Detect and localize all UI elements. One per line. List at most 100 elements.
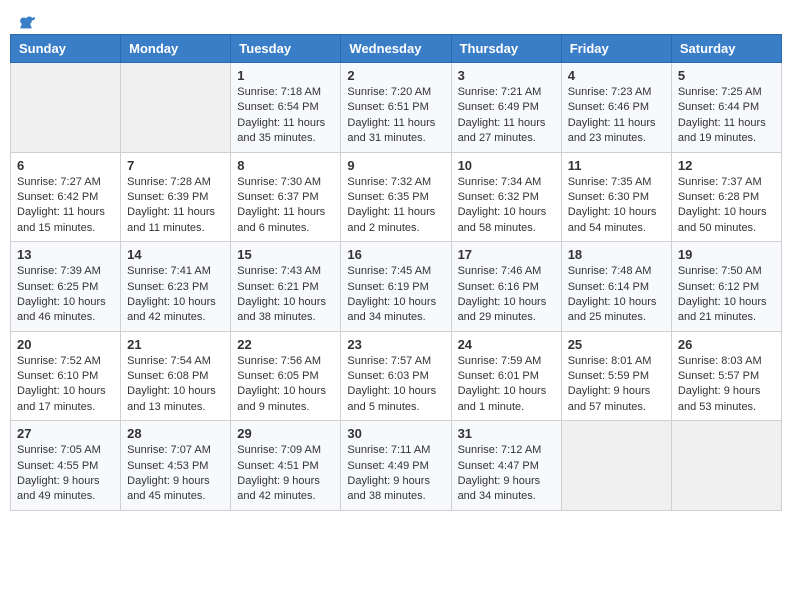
day-number: 21 — [127, 337, 224, 352]
day-info: Sunrise: 7:23 AM Sunset: 6:46 PM Dayligh… — [568, 85, 665, 147]
calendar-cell: 26Sunrise: 8:03 AM Sunset: 5:57 PM Dayli… — [671, 331, 781, 421]
page-header — [10, 10, 782, 26]
calendar-cell: 25Sunrise: 8:01 AM Sunset: 5:59 PM Dayli… — [561, 331, 671, 421]
day-number: 5 — [678, 68, 775, 83]
weekday-header-thursday: Thursday — [451, 35, 561, 63]
calendar-week-row: 13Sunrise: 7:39 AM Sunset: 6:25 PM Dayli… — [11, 242, 782, 332]
day-info: Sunrise: 7:56 AM Sunset: 6:05 PM Dayligh… — [237, 354, 334, 416]
weekday-header-monday: Monday — [121, 35, 231, 63]
day-info: Sunrise: 7:35 AM Sunset: 6:30 PM Dayligh… — [568, 175, 665, 237]
day-number: 2 — [347, 68, 444, 83]
calendar-cell: 7 Sunrise: 7:28 AM Sunset: 6:39 PM Daylig… — [121, 152, 231, 242]
calendar-cell — [671, 421, 781, 511]
calendar-week-row: 27 Sunrise: 7:05 AM Sunset: 4:55 PM Dayli… — [11, 421, 782, 511]
day-number: 18 — [568, 247, 665, 262]
day-number: 31 — [458, 426, 555, 441]
calendar-cell: 5 Sunrise: 7:25 AM Sunset: 6:44 PM Daylig… — [671, 63, 781, 153]
day-info: Sunrise: 7:39 AM Sunset: 6:25 PM Dayligh… — [17, 264, 114, 326]
day-info: Sunrise: 7:37 AM Sunset: 6:28 PM Dayligh… — [678, 175, 775, 237]
day-number: 15 — [237, 247, 334, 262]
logo — [14, 10, 36, 26]
calendar-cell: 13Sunrise: 7:39 AM Sunset: 6:25 PM Dayli… — [11, 242, 121, 332]
day-number: 23 — [347, 337, 444, 352]
day-info: Sunrise: 7:27 AM Sunset: 6:42 PM Dayligh… — [17, 175, 114, 237]
calendar-cell: 2 Sunrise: 7:20 AM Sunset: 6:51 PM Daylig… — [341, 63, 451, 153]
day-number: 27 — [17, 426, 114, 441]
calendar-cell: 12 Sunrise: 7:37 AM Sunset: 6:28 PM Dayli… — [671, 152, 781, 242]
day-number: 1 — [237, 68, 334, 83]
day-info: Sunrise: 7:59 AM Sunset: 6:01 PM Dayligh… — [458, 354, 555, 416]
calendar-cell — [11, 63, 121, 153]
calendar-cell: 15 Sunrise: 7:43 AM Sunset: 6:21 PM Dayli… — [231, 242, 341, 332]
day-info: Sunrise: 8:03 AM Sunset: 5:57 PM Dayligh… — [678, 354, 775, 416]
calendar-cell: 1 Sunrise: 7:18 AM Sunset: 6:54 PM Daylig… — [231, 63, 341, 153]
day-info: Sunrise: 7:30 AM Sunset: 6:37 PM Dayligh… — [237, 175, 334, 237]
calendar-week-row: 1 Sunrise: 7:18 AM Sunset: 6:54 PM Daylig… — [11, 63, 782, 153]
day-number: 10 — [458, 158, 555, 173]
weekday-header-friday: Friday — [561, 35, 671, 63]
calendar-cell: 17Sunrise: 7:46 AM Sunset: 6:16 PM Dayli… — [451, 242, 561, 332]
day-number: 7 — [127, 158, 224, 173]
weekday-header-sunday: Sunday — [11, 35, 121, 63]
calendar-cell: 4 Sunrise: 7:23 AM Sunset: 6:46 PM Daylig… — [561, 63, 671, 153]
day-number: 6 — [17, 158, 114, 173]
day-info: Sunrise: 7:45 AM Sunset: 6:19 PM Dayligh… — [347, 264, 444, 326]
day-number: 12 — [678, 158, 775, 173]
day-info: Sunrise: 7:05 AM Sunset: 4:55 PM Dayligh… — [17, 443, 114, 505]
day-number: 20 — [17, 337, 114, 352]
day-info: Sunrise: 7:54 AM Sunset: 6:08 PM Dayligh… — [127, 354, 224, 416]
day-number: 14 — [127, 247, 224, 262]
calendar-cell: 24 Sunrise: 7:59 AM Sunset: 6:01 PM Dayli… — [451, 331, 561, 421]
day-number: 4 — [568, 68, 665, 83]
calendar-cell: 31 Sunrise: 7:12 AM Sunset: 4:47 PM Dayli… — [451, 421, 561, 511]
day-info: Sunrise: 7:50 AM Sunset: 6:12 PM Dayligh… — [678, 264, 775, 326]
calendar-week-row: 20 Sunrise: 7:52 AM Sunset: 6:10 PM Dayli… — [11, 331, 782, 421]
calendar-cell — [121, 63, 231, 153]
day-info: Sunrise: 7:11 AM Sunset: 4:49 PM Dayligh… — [347, 443, 444, 505]
day-info: Sunrise: 7:41 AM Sunset: 6:23 PM Dayligh… — [127, 264, 224, 326]
calendar-cell: 11 Sunrise: 7:35 AM Sunset: 6:30 PM Dayli… — [561, 152, 671, 242]
day-number: 16 — [347, 247, 444, 262]
calendar-cell: 9 Sunrise: 7:32 AM Sunset: 6:35 PM Daylig… — [341, 152, 451, 242]
day-number: 19 — [678, 247, 775, 262]
day-info: Sunrise: 7:07 AM Sunset: 4:53 PM Dayligh… — [127, 443, 224, 505]
calendar-cell: 16 Sunrise: 7:45 AM Sunset: 6:19 PM Dayli… — [341, 242, 451, 332]
day-info: Sunrise: 7:09 AM Sunset: 4:51 PM Dayligh… — [237, 443, 334, 505]
calendar-cell: 18Sunrise: 7:48 AM Sunset: 6:14 PM Dayli… — [561, 242, 671, 332]
calendar-cell: 30Sunrise: 7:11 AM Sunset: 4:49 PM Dayli… — [341, 421, 451, 511]
weekday-header-saturday: Saturday — [671, 35, 781, 63]
day-number: 28 — [127, 426, 224, 441]
day-info: Sunrise: 7:28 AM Sunset: 6:39 PM Dayligh… — [127, 175, 224, 237]
day-info: Sunrise: 7:18 AM Sunset: 6:54 PM Dayligh… — [237, 85, 334, 147]
day-info: Sunrise: 7:32 AM Sunset: 6:35 PM Dayligh… — [347, 175, 444, 237]
calendar-cell: 14 Sunrise: 7:41 AM Sunset: 6:23 PM Dayli… — [121, 242, 231, 332]
day-info: Sunrise: 7:12 AM Sunset: 4:47 PM Dayligh… — [458, 443, 555, 505]
calendar-cell — [561, 421, 671, 511]
day-info: Sunrise: 7:52 AM Sunset: 6:10 PM Dayligh… — [17, 354, 114, 416]
logo-bird-icon — [16, 10, 36, 30]
calendar-cell: 28 Sunrise: 7:07 AM Sunset: 4:53 PM Dayli… — [121, 421, 231, 511]
calendar-cell: 19 Sunrise: 7:50 AM Sunset: 6:12 PM Dayli… — [671, 242, 781, 332]
calendar-header-row: SundayMondayTuesdayWednesdayThursdayFrid… — [11, 35, 782, 63]
weekday-header-tuesday: Tuesday — [231, 35, 341, 63]
day-number: 3 — [458, 68, 555, 83]
calendar-week-row: 6 Sunrise: 7:27 AM Sunset: 6:42 PM Daylig… — [11, 152, 782, 242]
day-number: 9 — [347, 158, 444, 173]
calendar-table: SundayMondayTuesdayWednesdayThursdayFrid… — [10, 34, 782, 511]
day-info: Sunrise: 7:34 AM Sunset: 6:32 PM Dayligh… — [458, 175, 555, 237]
calendar-cell: 29 Sunrise: 7:09 AM Sunset: 4:51 PM Dayli… — [231, 421, 341, 511]
calendar-cell: 27 Sunrise: 7:05 AM Sunset: 4:55 PM Dayli… — [11, 421, 121, 511]
calendar-cell: 23 Sunrise: 7:57 AM Sunset: 6:03 PM Dayli… — [341, 331, 451, 421]
day-number: 11 — [568, 158, 665, 173]
day-info: Sunrise: 7:43 AM Sunset: 6:21 PM Dayligh… — [237, 264, 334, 326]
day-info: Sunrise: 7:46 AM Sunset: 6:16 PM Dayligh… — [458, 264, 555, 326]
calendar-cell: 22Sunrise: 7:56 AM Sunset: 6:05 PM Dayli… — [231, 331, 341, 421]
day-info: Sunrise: 8:01 AM Sunset: 5:59 PM Dayligh… — [568, 354, 665, 416]
day-info: Sunrise: 7:20 AM Sunset: 6:51 PM Dayligh… — [347, 85, 444, 147]
day-info: Sunrise: 7:57 AM Sunset: 6:03 PM Dayligh… — [347, 354, 444, 416]
day-number: 29 — [237, 426, 334, 441]
day-number: 24 — [458, 337, 555, 352]
day-info: Sunrise: 7:25 AM Sunset: 6:44 PM Dayligh… — [678, 85, 775, 147]
calendar-cell: 10 Sunrise: 7:34 AM Sunset: 6:32 PM Dayli… — [451, 152, 561, 242]
day-number: 8 — [237, 158, 334, 173]
